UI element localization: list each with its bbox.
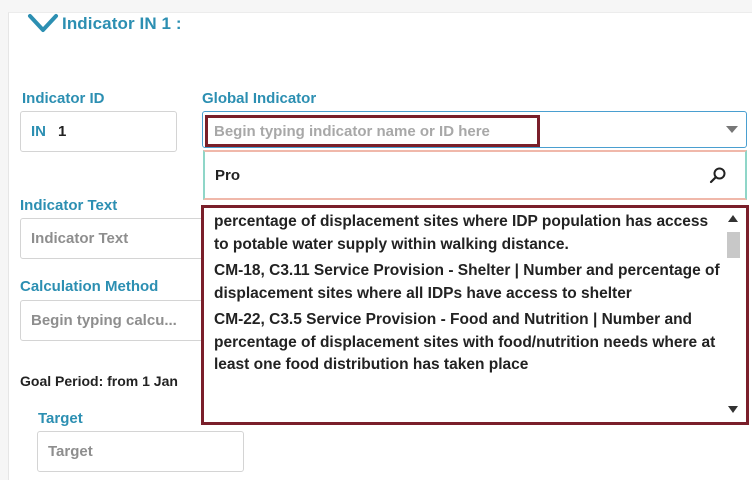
indicator-text-input[interactable]: Indicator Text [20, 218, 210, 259]
caret-down-icon[interactable] [726, 126, 738, 133]
chevron-down-icon[interactable] [22, 12, 62, 36]
target-input[interactable]: Target [37, 431, 244, 472]
indicator-id-prefix: IN [31, 123, 46, 140]
section-header[interactable]: Indicator IN 1 : [22, 12, 182, 36]
indicator-id-label: Indicator ID [22, 90, 105, 107]
indicator-id-field[interactable]: IN 1 [20, 111, 177, 152]
section-title: Indicator IN 1 : [62, 14, 182, 33]
calculation-method-input[interactable]: Begin typing calcu... [20, 300, 210, 341]
global-indicator-placeholder[interactable]: Begin typing indicator name or ID here [205, 115, 540, 147]
scrollbar-thumb[interactable] [727, 232, 740, 258]
global-indicator-label: Global Indicator [202, 90, 317, 107]
scroll-down-icon[interactable] [728, 406, 738, 413]
target-label: Target [38, 410, 83, 427]
indicator-id-value: 1 [58, 123, 67, 140]
result-item[interactable]: CM-22, C3.5 Service Provision - Food and… [214, 309, 720, 377]
indicator-text-placeholder: Indicator Text [31, 230, 129, 247]
calculation-method-placeholder: Begin typing calcu... [31, 312, 177, 329]
calculation-method-label: Calculation Method [20, 278, 159, 295]
global-indicator-search-input[interactable]: Pro [203, 150, 747, 200]
indicator-text-label: Indicator Text [20, 197, 118, 214]
search-icon[interactable] [709, 166, 727, 184]
search-value: Pro [215, 166, 241, 184]
global-indicator-results: percentage of displacement sites where I… [201, 205, 749, 425]
result-item[interactable]: percentage of displacement sites where I… [214, 211, 720, 256]
results-scrollbar[interactable] [726, 211, 740, 419]
scroll-up-icon[interactable] [728, 215, 738, 222]
goal-period-text: Goal Period: from 1 Jan [20, 373, 178, 389]
target-placeholder: Target [48, 443, 93, 460]
result-item[interactable]: CM-18, C3.11 Service Provision - Shelter… [214, 260, 720, 305]
